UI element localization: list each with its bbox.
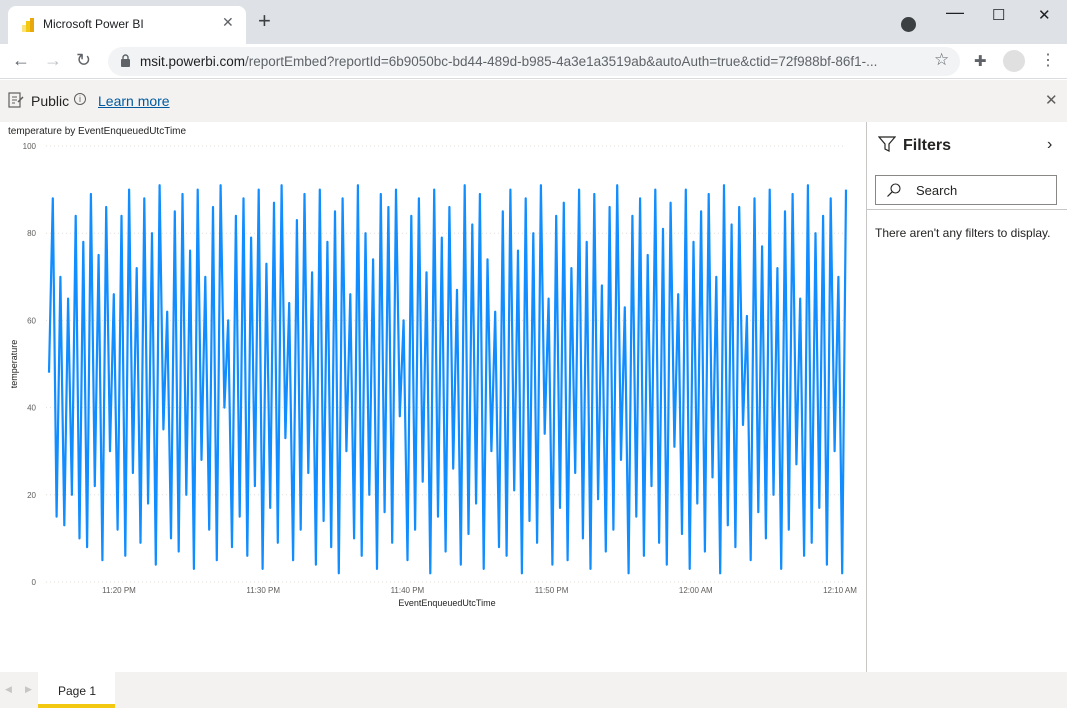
page-navigation-bar: ◀ ▶ Page 1 bbox=[0, 672, 1067, 708]
browser-tab-strip: Microsoft Power BI ✕ + — ☐ ✕ bbox=[0, 0, 1067, 44]
tab-close-icon[interactable]: ✕ bbox=[222, 14, 234, 31]
y-tick-label: 0 bbox=[32, 578, 37, 587]
filters-title: Filters bbox=[903, 137, 952, 154]
window-close-icon[interactable]: ✕ bbox=[1038, 6, 1051, 24]
chart-title: temperature by EventEnqueuedUtcTime bbox=[8, 126, 186, 137]
report-canvas: temperature by EventEnqueuedUtcTime 0 20 4… bbox=[0, 122, 866, 672]
y-tick-label: 100 bbox=[23, 142, 37, 151]
filters-pane: Filters › Search There aren't any filter… bbox=[866, 122, 1067, 672]
x-axis-title: EventEnqueuedUtcTime bbox=[398, 598, 495, 608]
forward-icon[interactable]: → bbox=[44, 50, 62, 71]
x-tick-label: 11:20 PM bbox=[102, 586, 136, 595]
page-tab-label: Page 1 bbox=[58, 684, 97, 698]
menu-icon[interactable]: ⋮ bbox=[1040, 50, 1056, 70]
lock-icon bbox=[121, 54, 130, 67]
y-tick-label: 80 bbox=[27, 229, 36, 238]
next-page-icon[interactable]: ▶ bbox=[25, 684, 32, 695]
public-label: Public bbox=[31, 93, 70, 109]
power-bi-logo-icon bbox=[22, 18, 34, 32]
learn-more-link[interactable]: Learn more bbox=[98, 93, 170, 109]
line-chart: temperature by EventEnqueuedUtcTime 0 20 4… bbox=[8, 126, 857, 608]
info-icon[interactable]: i bbox=[74, 93, 86, 105]
page-tab-1[interactable]: Page 1 bbox=[38, 672, 115, 708]
browser-tab[interactable]: Microsoft Power BI ✕ bbox=[8, 6, 246, 44]
publish-to-web-bar: Public i Learn more ✕ bbox=[0, 80, 1067, 122]
x-tick-label: 12:00 AM bbox=[679, 586, 713, 595]
temperature-series-line[interactable] bbox=[47, 184, 848, 575]
star-icon[interactable]: ☆ bbox=[934, 50, 949, 70]
maximize-icon[interactable]: ☐ bbox=[992, 6, 1005, 24]
tab-title: Microsoft Power BI bbox=[43, 17, 144, 31]
filters-search-input[interactable]: Search bbox=[875, 175, 1057, 205]
x-tick-label: 11:40 PM bbox=[391, 586, 425, 595]
new-tab-button[interactable]: + bbox=[258, 10, 271, 32]
no-filters-message: There aren't any filters to display. bbox=[875, 226, 1051, 240]
minimize-icon[interactable]: — bbox=[946, 2, 964, 23]
back-icon[interactable]: ← bbox=[12, 50, 30, 71]
y-tick-label: 20 bbox=[27, 491, 36, 500]
url-path: /reportEmbed?reportId=6b9050bc-bd44-489d… bbox=[245, 54, 878, 69]
series-group[interactable] bbox=[47, 184, 848, 575]
url-host: msit.powerbi.com bbox=[140, 54, 246, 69]
chevron-right-icon[interactable]: › bbox=[1047, 136, 1052, 154]
x-tick-label: 12:10 AM bbox=[823, 586, 857, 595]
reload-icon[interactable]: ↻ bbox=[76, 50, 91, 71]
previous-page-icon[interactable]: ◀ bbox=[5, 684, 12, 695]
extensions-icon[interactable]: ✚ bbox=[974, 52, 987, 70]
y-tick-label: 60 bbox=[27, 316, 36, 325]
filter-icon bbox=[878, 136, 896, 152]
address-bar: ← → ↻ msit.powerbi.com/reportEmbed?repor… bbox=[0, 44, 1067, 79]
close-banner-icon[interactable]: ✕ bbox=[1045, 91, 1058, 109]
y-axis-title: temperature bbox=[9, 340, 19, 389]
report-public-icon bbox=[8, 92, 24, 108]
filters-divider bbox=[867, 209, 1067, 210]
url-text[interactable]: msit.powerbi.com/reportEmbed?reportId=6b… bbox=[140, 54, 930, 69]
search-icon bbox=[887, 183, 901, 197]
omnibox[interactable]: msit.powerbi.com/reportEmbed?reportId=6b… bbox=[108, 47, 960, 76]
chrome-profile-indicator-icon[interactable] bbox=[901, 17, 916, 32]
y-tick-label: 40 bbox=[27, 404, 36, 413]
profile-icon[interactable] bbox=[1003, 50, 1025, 72]
y-axis-tick-labels: 0 20 40 60 80 100 bbox=[23, 142, 37, 587]
x-axis-tick-labels: 11:20 PM 11:30 PM 11:40 PM 11:50 PM 12:00 AM… bbox=[102, 586, 857, 595]
search-placeholder: Search bbox=[916, 183, 958, 198]
x-tick-label: 11:30 PM bbox=[246, 586, 280, 595]
x-tick-label: 11:50 PM bbox=[535, 586, 569, 595]
